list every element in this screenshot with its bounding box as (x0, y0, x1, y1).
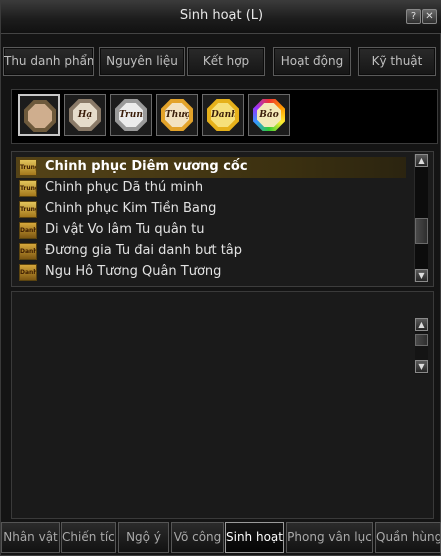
bottom-tab-bar: Nhân vật Chiến tích Ngộ ý Võ công Sinh h… (1, 522, 441, 555)
scroll-up-button[interactable]: ▲ (415, 318, 428, 331)
scroll-down-button[interactable]: ▼ (415, 269, 428, 282)
title-list: Trung Chinh phục Diêm vương cốc Trung Ch… (11, 151, 434, 287)
scroll-thumb[interactable] (415, 218, 428, 244)
tab-phong-van-luc[interactable]: Phong vân lục (286, 522, 373, 553)
top-tab-bar: Thu danh phẩm Nguyên liệu Kết hợp Hoạt đ… (1, 47, 441, 77)
list-item[interactable]: Danh Đương gia Tu đai danh bưt tâp (16, 241, 406, 262)
tab-ket-hop[interactable]: Kết hợp (187, 47, 265, 76)
title-scroll-icon: Danh (19, 243, 37, 260)
tab-quan-hung[interactable]: Quần hùng (375, 522, 441, 553)
tab-chien-tich[interactable]: Chiến tích (61, 522, 116, 553)
list-scrollbar[interactable]: ▲ ▼ (414, 154, 428, 282)
tab-vo-cong[interactable]: Võ công (171, 522, 224, 553)
title-scroll-icon: Trung (19, 159, 37, 176)
list-item-label: Chinh phục Dã thú minh (45, 180, 204, 195)
medal-trung[interactable]: Trung (110, 94, 152, 136)
detail-scrollbar[interactable]: ▲ ▼ (415, 318, 428, 374)
title-scroll-icon: Trung (19, 201, 37, 218)
list-item[interactable]: Danh Di vật Vo lâm Tu quân tu (16, 220, 406, 241)
list-item[interactable]: Trung Chinh phục Diêm vương cốc (16, 157, 406, 178)
tab-ngo-y[interactable]: Ngộ ý (118, 522, 169, 553)
close-button[interactable]: ✕ (422, 9, 437, 24)
medal-thuong[interactable]: Thượng (156, 94, 198, 136)
list-item-label: Di vật Vo lâm Tu quân tu (45, 222, 205, 237)
window-title: Sinh hoạt (L) (179, 8, 264, 23)
medal-danh[interactable]: Danh (202, 94, 244, 136)
activity-window: Sinh hoạt (L) ? ✕ Thu danh phẩm Nguyên l… (0, 0, 441, 556)
title-scroll-icon: Danh (19, 222, 37, 239)
medal-all[interactable] (18, 94, 60, 136)
medal-bao[interactable]: Bảo (248, 94, 290, 136)
list-item-label: Chinh phục Kim Tiền Bang (45, 201, 217, 216)
tab-sinh-hoat[interactable]: Sinh hoạt (225, 522, 284, 553)
list-item[interactable]: Trung Chinh phục Dã thú minh (16, 178, 406, 199)
list-item[interactable]: Trung Chinh phục Kim Tiền Bang (16, 199, 406, 220)
list-item-label: Ngu Hô Tương Quân Tương (45, 264, 222, 279)
title-scroll-icon: Trung (19, 180, 37, 197)
title-bar[interactable]: Sinh hoạt (L) ? ✕ (1, 1, 441, 34)
help-button[interactable]: ? (406, 9, 421, 24)
medal-core: Thượng (165, 103, 189, 127)
title-scroll-icon: Danh (19, 264, 37, 281)
tab-thu-danh-pham[interactable]: Thu danh phẩm (3, 47, 94, 76)
tab-ky-thuat[interactable]: Kỹ thuật (358, 47, 436, 76)
medal-ha[interactable]: Hạ (64, 94, 106, 136)
scroll-thumb[interactable] (415, 334, 428, 346)
tab-hoat-dong[interactable]: Hoạt động (273, 47, 351, 76)
list-item-label: Đương gia Tu đai danh bưt tâp (45, 243, 243, 258)
medal-core: Danh (211, 103, 235, 127)
list-item-label: Chinh phục Diêm vương cốc (45, 159, 248, 174)
list-item[interactable]: Danh Ngu Hô Tương Quân Tương (16, 262, 406, 283)
scroll-down-button[interactable]: ▼ (415, 360, 428, 373)
medal-core: Bảo (257, 103, 281, 127)
tab-nguyen-lieu[interactable]: Nguyên liệu (99, 47, 185, 76)
medal-strip: Hạ Trung Thượng Danh Bảo (11, 89, 438, 144)
tab-nhan-vat[interactable]: Nhân vật (1, 522, 60, 553)
scroll-up-button[interactable]: ▲ (415, 154, 428, 167)
detail-panel: ▲ ▼ (11, 291, 434, 519)
